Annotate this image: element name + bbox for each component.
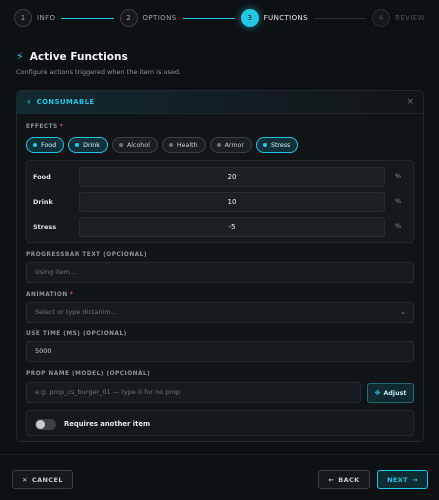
- arrow-left-icon: ←: [328, 475, 335, 484]
- effect-value-input[interactable]: 10: [79, 192, 385, 212]
- chip-armor[interactable]: Armor: [209, 137, 252, 153]
- page-subtitle: Configure actions triggered when the ite…: [16, 68, 182, 76]
- stepper: 1 INFO 2 OPTIONS 3 FUNCTIONS 4 REVIEW: [0, 0, 439, 36]
- effect-value-input[interactable]: -5: [79, 217, 385, 237]
- cancel-button[interactable]: ✕ CANCEL: [12, 470, 73, 489]
- card-header: ⚡ CONSUMABLE ×: [17, 91, 423, 114]
- footer-divider: [0, 454, 439, 455]
- step-label: REVIEW: [395, 14, 425, 22]
- page-title: Active Functions: [29, 50, 128, 63]
- effects-label-text: EFFECTS: [26, 124, 58, 130]
- effect-name: Drink: [33, 198, 53, 206]
- step-functions[interactable]: 3 FUNCTIONS: [240, 9, 309, 27]
- chip-food[interactable]: Food: [26, 137, 65, 153]
- animation-label: ANIMATION *: [26, 292, 73, 298]
- section-header: ⚡ Active Functions: [16, 50, 128, 63]
- adjust-label: Adjust: [383, 389, 407, 397]
- effect-unit: %: [395, 198, 401, 205]
- back-button[interactable]: ← BACK: [318, 470, 370, 489]
- chip-alcohol[interactable]: Alcohol: [111, 137, 158, 153]
- move-icon: ✥: [374, 389, 381, 397]
- step-connector: [61, 17, 114, 19]
- chip-health[interactable]: Health: [161, 137, 206, 153]
- animation-label-text: ANIMATION: [26, 292, 68, 298]
- close-icon: ✕: [22, 475, 28, 484]
- chip-label: Armor: [224, 141, 244, 149]
- chip-stress[interactable]: Stress: [255, 137, 299, 153]
- lightning-icon: ⚡: [26, 97, 32, 107]
- step-label: OPTIONS: [142, 14, 177, 22]
- step-connector: [182, 17, 235, 19]
- step-number: 1: [14, 9, 32, 27]
- dot-icon: [168, 143, 173, 147]
- card-title: CONSUMABLE: [36, 98, 95, 106]
- effect-row-drink: Drink 10 %: [27, 190, 413, 214]
- toggle-knob: [36, 420, 45, 429]
- dot-icon: [262, 143, 267, 147]
- requires-item-row: Requires another item: [26, 410, 414, 436]
- step-number: 2: [119, 9, 138, 27]
- chip-label: Health: [176, 141, 198, 149]
- effect-name: Food: [33, 173, 51, 181]
- close-icon[interactable]: ×: [406, 97, 414, 107]
- back-label: BACK: [338, 475, 360, 484]
- animation-placeholder: Select or type dictanim...: [35, 308, 117, 316]
- chip-label: Drink: [83, 141, 100, 149]
- step-number: 3: [240, 9, 259, 27]
- step-review[interactable]: 4 REVIEW: [372, 9, 425, 27]
- step-label: FUNCTIONS: [263, 14, 309, 22]
- step-number: 4: [372, 9, 391, 27]
- requires-item-toggle[interactable]: [35, 419, 56, 430]
- effect-unit: %: [395, 173, 401, 180]
- effects-table: Food 20 % Drink 10 % Stress -5 %: [26, 160, 414, 243]
- required-marker: *: [69, 292, 74, 298]
- step-options[interactable]: 2 OPTIONS: [119, 9, 177, 27]
- usetime-label: USE TIME (MS) (OPCIONAL): [26, 331, 127, 337]
- next-label: NEXT: [387, 475, 409, 484]
- cancel-label: CANCEL: [31, 475, 63, 484]
- progressbar-input[interactable]: Using item...: [26, 262, 414, 283]
- step-connector: [314, 17, 367, 19]
- effect-row-stress: Stress -5 %: [27, 215, 413, 239]
- dot-icon: [216, 143, 221, 147]
- prop-label: PROP NAME (MODEL) (OPCIONAL): [26, 371, 151, 377]
- chip-label: Alcohol: [126, 141, 150, 149]
- effect-value-input[interactable]: 20: [79, 167, 385, 187]
- dot-icon: [33, 143, 37, 147]
- chip-drink[interactable]: Drink: [68, 137, 108, 153]
- effect-unit: %: [395, 223, 401, 230]
- chevron-down-icon: ⌄: [400, 308, 406, 316]
- effects-chips: Food Drink Alcohol Health Armor Stress: [26, 137, 299, 153]
- consumable-card: ⚡ CONSUMABLE × EFFECTS * Food Drink Alcoh…: [16, 90, 424, 442]
- next-button[interactable]: NEXT →: [377, 470, 428, 489]
- arrow-right-icon: →: [412, 475, 418, 484]
- prop-input[interactable]: e.g. prop_cs_burger_01 — type 0 for no p…: [26, 382, 361, 403]
- lightning-icon: ⚡: [16, 50, 24, 63]
- usetime-input[interactable]: 5000: [26, 341, 414, 362]
- animation-select[interactable]: Select or type dictanim... ⌄: [26, 302, 414, 323]
- step-label: INFO: [37, 14, 56, 22]
- dot-icon: [75, 143, 80, 147]
- required-marker: *: [59, 124, 64, 130]
- dot-icon: [118, 143, 123, 147]
- chip-label: Food: [41, 141, 57, 149]
- effect-name: Stress: [33, 223, 57, 231]
- effect-row-food: Food 20 %: [27, 165, 413, 189]
- step-info[interactable]: 1 INFO: [14, 9, 55, 27]
- adjust-button[interactable]: ✥ Adjust: [367, 383, 414, 403]
- requires-item-label: Requires another item: [64, 420, 151, 428]
- progressbar-label: PROGRESSBAR TEXT (OPCIONAL): [26, 252, 147, 258]
- chip-label: Stress: [270, 141, 291, 149]
- effects-label: EFFECTS *: [26, 124, 63, 130]
